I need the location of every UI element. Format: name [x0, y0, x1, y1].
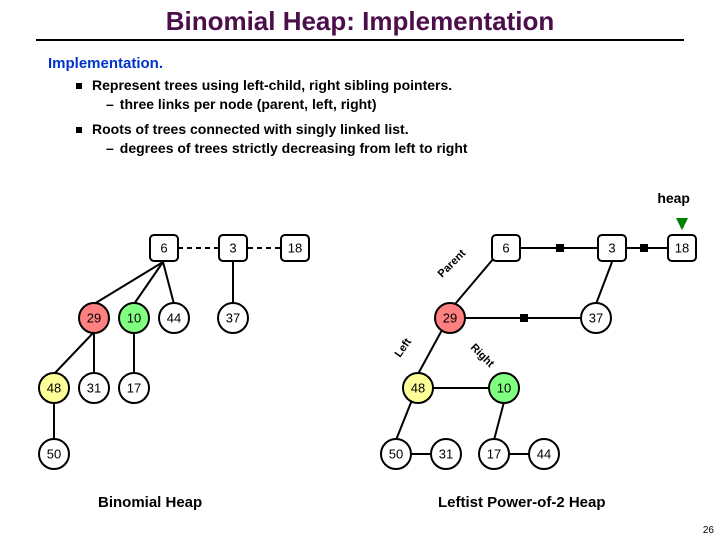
- node: 44: [537, 447, 551, 462]
- node: 37: [589, 311, 603, 326]
- bullet-list: Represent trees using left-child, right …: [76, 76, 720, 158]
- node: 31: [87, 381, 101, 396]
- node: 18: [288, 241, 302, 256]
- slide-title: Binomial Heap: Implementation: [0, 0, 720, 37]
- title-underline: [36, 39, 684, 41]
- heap-pointer-label: heap: [657, 190, 690, 206]
- node: 10: [497, 381, 511, 396]
- page-number: 26: [703, 525, 714, 536]
- subbullet-2-text: degrees of trees strictly decreasing fro…: [120, 140, 468, 156]
- node: 3: [229, 241, 236, 256]
- node: 6: [502, 241, 509, 256]
- node: 17: [127, 381, 141, 396]
- bullet-2: Roots of trees connected with singly lin…: [76, 120, 720, 158]
- subbullet-1: –three links per node (parent, left, rig…: [106, 95, 720, 114]
- label-right: Right: [468, 342, 497, 371]
- node: 3: [608, 241, 615, 256]
- caption-left: Binomial Heap: [98, 494, 202, 511]
- subbullet-1-text: three links per node (parent, left, righ…: [120, 96, 377, 112]
- bullet-1-text: Represent trees using left-child, right …: [92, 77, 452, 93]
- node: 48: [47, 381, 61, 396]
- node: 29: [443, 311, 457, 326]
- section-heading: Implementation.: [48, 55, 720, 72]
- bullet-icon: [76, 83, 82, 89]
- right-diagram: Parent Left Right 6 3 18 29 37 48 10 50 …: [381, 235, 696, 469]
- node: 6: [160, 241, 167, 256]
- caption-right: Leftist Power-of-2 Heap: [438, 494, 606, 511]
- subbullet-2: –degrees of trees strictly decreasing fr…: [106, 139, 720, 158]
- diagram-stage: 6 3 18 29 10 44 37 48 31 17 50: [0, 218, 720, 514]
- node: 10: [127, 311, 141, 326]
- bullet-2-text: Roots of trees connected with singly lin…: [92, 121, 409, 137]
- bullet-1: Represent trees using left-child, right …: [76, 76, 720, 114]
- node: 29: [87, 311, 101, 326]
- node: 50: [47, 447, 61, 462]
- node: 48: [411, 381, 425, 396]
- label-left: Left: [393, 336, 415, 360]
- left-diagram: 6 3 18 29 10 44 37 48 31 17 50: [39, 235, 309, 469]
- node: 18: [675, 241, 689, 256]
- node: 17: [487, 447, 501, 462]
- node: 44: [167, 311, 181, 326]
- node: 50: [389, 447, 403, 462]
- bullet-icon: [76, 127, 82, 133]
- node: 31: [439, 447, 453, 462]
- node: 37: [226, 311, 240, 326]
- label-parent: Parent: [436, 247, 469, 280]
